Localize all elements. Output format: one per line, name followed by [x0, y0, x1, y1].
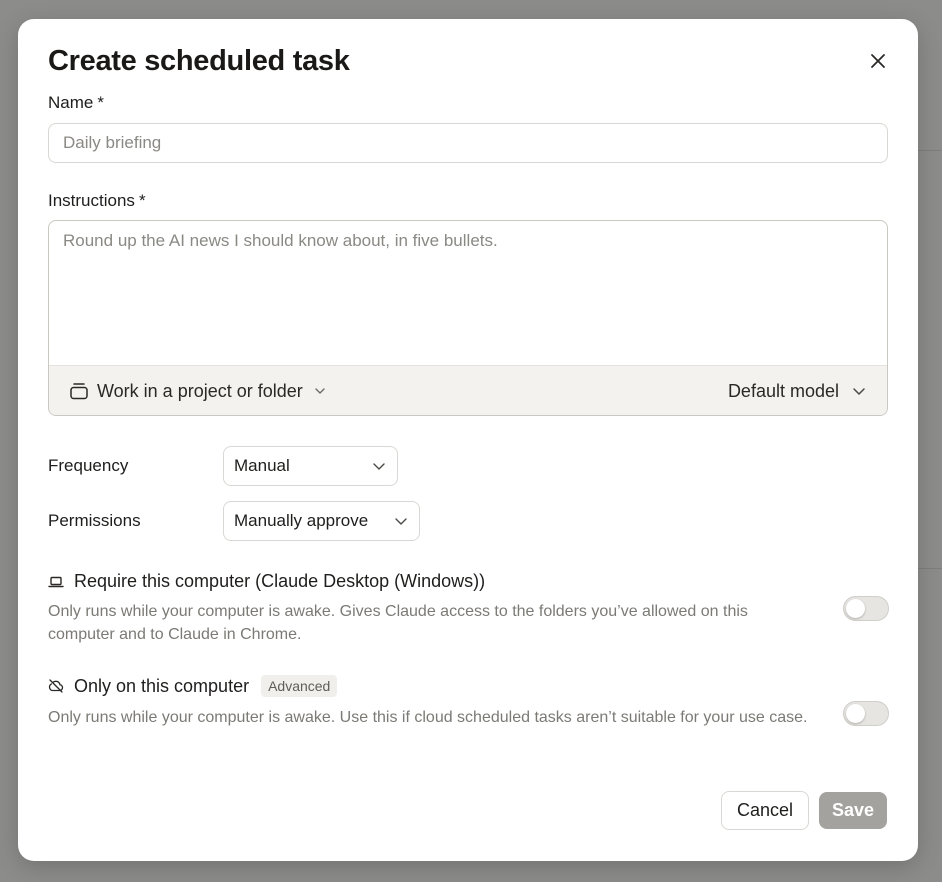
only-this-computer-option: Only on this computer Advanced [48, 675, 338, 697]
project-folder-label: Work in a project or folder [97, 380, 303, 401]
require-computer-title: Require this computer (Claude Desktop (W… [74, 571, 486, 591]
frequency-value: Manual [234, 456, 290, 475]
chevron-down-icon [853, 388, 865, 395]
require-computer-description: Only runs while your computer is awake. … [48, 603, 748, 643]
toggle-knob [846, 599, 865, 618]
require-computer-toggle[interactable] [843, 596, 889, 621]
frequency-select[interactable]: Manual [223, 446, 398, 486]
required-mark: * [97, 93, 104, 112]
chevron-down-icon [373, 463, 385, 470]
folder-icon [70, 383, 88, 400]
permissions-select[interactable]: Manually approve [223, 501, 420, 541]
chevron-down-icon [395, 518, 407, 525]
name-input[interactable] [48, 123, 888, 163]
required-mark: * [138, 191, 146, 210]
instructions-label: Instructions * [48, 191, 146, 211]
dialog-title: Create scheduled task [48, 45, 350, 77]
only-this-computer-toggle[interactable] [843, 701, 889, 726]
frequency-label: Frequency [48, 456, 129, 475]
chevron-down-icon [315, 388, 325, 394]
cancel-button[interactable]: Cancel [721, 791, 809, 830]
laptop-icon [48, 576, 64, 587]
name-label-text: Name [48, 93, 94, 112]
instructions-box: Work in a project or folder Default mode… [48, 220, 888, 416]
save-button[interactable]: Save [819, 792, 887, 829]
model-label: Default model [727, 380, 839, 401]
instructions-footer: Work in a project or folder Default mode… [49, 365, 887, 415]
instructions-label-text: Instructions [48, 191, 135, 210]
project-folder-button[interactable]: Work in a project or folder [69, 378, 327, 404]
permissions-label: Permissions [48, 511, 141, 530]
close-button[interactable] [864, 47, 892, 75]
toggle-knob [846, 704, 865, 723]
background-divider [918, 568, 942, 569]
only-this-computer-description: Only runs while your computer is awake. … [48, 709, 808, 726]
permissions-value: Manually approve [234, 511, 369, 530]
instructions-input[interactable] [49, 221, 887, 365]
model-select-button[interactable]: Default model [728, 378, 867, 404]
advanced-badge: Advanced [261, 675, 338, 697]
cloud-off-icon [48, 679, 64, 693]
background-divider [918, 150, 942, 151]
create-task-dialog: Create scheduled task Name* Instructions… [18, 19, 918, 861]
name-label: Name * [48, 93, 104, 113]
only-this-computer-title: Only on this computer [74, 675, 250, 696]
close-icon [871, 54, 885, 68]
require-computer-option: Require this computer (Claude Desktop (W… [48, 571, 485, 592]
